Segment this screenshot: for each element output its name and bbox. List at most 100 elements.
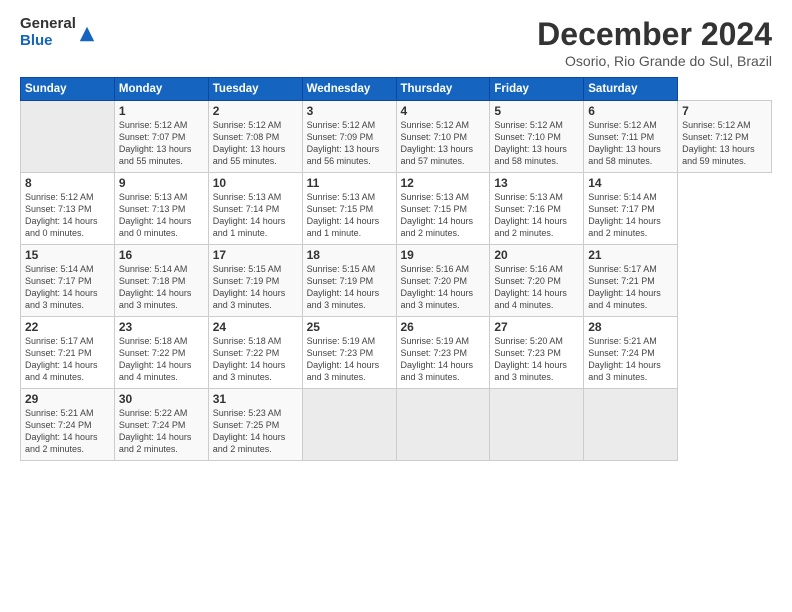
calendar-header: Sunday Monday Tuesday Wednesday Thursday… — [21, 78, 772, 101]
day-number: 6 — [588, 104, 673, 118]
day-cell: 17Sunrise: 5:15 AM Sunset: 7:19 PM Dayli… — [208, 245, 302, 317]
day-cell: 16Sunrise: 5:14 AM Sunset: 7:18 PM Dayli… — [114, 245, 208, 317]
day-number: 5 — [494, 104, 579, 118]
day-cell: 3Sunrise: 5:12 AM Sunset: 7:09 PM Daylig… — [302, 101, 396, 173]
day-cell: 19Sunrise: 5:16 AM Sunset: 7:20 PM Dayli… — [396, 245, 490, 317]
day-number: 3 — [307, 104, 392, 118]
day-number: 30 — [119, 392, 204, 406]
week-row-1: 8Sunrise: 5:12 AM Sunset: 7:13 PM Daylig… — [21, 173, 772, 245]
day-number: 15 — [25, 248, 110, 262]
day-number: 9 — [119, 176, 204, 190]
header-wednesday: Wednesday — [302, 78, 396, 101]
day-number: 27 — [494, 320, 579, 334]
day-info: Sunrise: 5:13 AM Sunset: 7:15 PM Dayligh… — [401, 191, 486, 240]
day-number: 12 — [401, 176, 486, 190]
calendar-body: 1Sunrise: 5:12 AM Sunset: 7:07 PM Daylig… — [21, 101, 772, 461]
day-info: Sunrise: 5:17 AM Sunset: 7:21 PM Dayligh… — [25, 335, 110, 384]
day-info: Sunrise: 5:13 AM Sunset: 7:14 PM Dayligh… — [213, 191, 298, 240]
day-number: 25 — [307, 320, 392, 334]
day-cell: 12Sunrise: 5:13 AM Sunset: 7:15 PM Dayli… — [396, 173, 490, 245]
day-number: 2 — [213, 104, 298, 118]
day-info: Sunrise: 5:14 AM Sunset: 7:17 PM Dayligh… — [25, 263, 110, 312]
header: General Blue December 2024 Osorio, Rio G… — [20, 16, 772, 69]
day-info: Sunrise: 5:16 AM Sunset: 7:20 PM Dayligh… — [401, 263, 486, 312]
day-info: Sunrise: 5:15 AM Sunset: 7:19 PM Dayligh… — [307, 263, 392, 312]
day-cell: 9Sunrise: 5:13 AM Sunset: 7:13 PM Daylig… — [114, 173, 208, 245]
day-number: 22 — [25, 320, 110, 334]
day-info: Sunrise: 5:18 AM Sunset: 7:22 PM Dayligh… — [119, 335, 204, 384]
day-info: Sunrise: 5:23 AM Sunset: 7:25 PM Dayligh… — [213, 407, 298, 456]
day-info: Sunrise: 5:18 AM Sunset: 7:22 PM Dayligh… — [213, 335, 298, 384]
logo-blue: Blue — [20, 33, 76, 50]
day-info: Sunrise: 5:19 AM Sunset: 7:23 PM Dayligh… — [401, 335, 486, 384]
day-info: Sunrise: 5:15 AM Sunset: 7:19 PM Dayligh… — [213, 263, 298, 312]
day-number: 26 — [401, 320, 486, 334]
day-cell: 5Sunrise: 5:12 AM Sunset: 7:10 PM Daylig… — [490, 101, 584, 173]
day-cell: 24Sunrise: 5:18 AM Sunset: 7:22 PM Dayli… — [208, 317, 302, 389]
header-tuesday: Tuesday — [208, 78, 302, 101]
day-cell: 13Sunrise: 5:13 AM Sunset: 7:16 PM Dayli… — [490, 173, 584, 245]
header-saturday: Saturday — [584, 78, 678, 101]
logo-icon — [78, 25, 96, 43]
day-info: Sunrise: 5:14 AM Sunset: 7:18 PM Dayligh… — [119, 263, 204, 312]
day-cell: 7Sunrise: 5:12 AM Sunset: 7:12 PM Daylig… — [678, 101, 772, 173]
day-cell: 25Sunrise: 5:19 AM Sunset: 7:23 PM Dayli… — [302, 317, 396, 389]
day-cell — [396, 389, 490, 461]
day-cell: 21Sunrise: 5:17 AM Sunset: 7:21 PM Dayli… — [584, 245, 678, 317]
title-area: December 2024 Osorio, Rio Grande do Sul,… — [537, 16, 772, 69]
day-number: 14 — [588, 176, 673, 190]
day-cell: 4Sunrise: 5:12 AM Sunset: 7:10 PM Daylig… — [396, 101, 490, 173]
day-info: Sunrise: 5:12 AM Sunset: 7:11 PM Dayligh… — [588, 119, 673, 168]
day-number: 1 — [119, 104, 204, 118]
day-number: 23 — [119, 320, 204, 334]
day-number: 16 — [119, 248, 204, 262]
day-info: Sunrise: 5:14 AM Sunset: 7:17 PM Dayligh… — [588, 191, 673, 240]
day-cell: 23Sunrise: 5:18 AM Sunset: 7:22 PM Dayli… — [114, 317, 208, 389]
day-cell: 28Sunrise: 5:21 AM Sunset: 7:24 PM Dayli… — [584, 317, 678, 389]
day-info: Sunrise: 5:12 AM Sunset: 7:12 PM Dayligh… — [682, 119, 767, 168]
day-cell — [584, 389, 678, 461]
header-row: Sunday Monday Tuesday Wednesday Thursday… — [21, 78, 772, 101]
day-info: Sunrise: 5:22 AM Sunset: 7:24 PM Dayligh… — [119, 407, 204, 456]
week-row-4: 29Sunrise: 5:21 AM Sunset: 7:24 PM Dayli… — [21, 389, 772, 461]
day-info: Sunrise: 5:12 AM Sunset: 7:13 PM Dayligh… — [25, 191, 110, 240]
calendar-table: Sunday Monday Tuesday Wednesday Thursday… — [20, 77, 772, 461]
day-cell — [490, 389, 584, 461]
day-number: 18 — [307, 248, 392, 262]
day-cell — [21, 101, 115, 173]
month-title: December 2024 — [537, 16, 772, 53]
day-cell: 31Sunrise: 5:23 AM Sunset: 7:25 PM Dayli… — [208, 389, 302, 461]
day-cell: 18Sunrise: 5:15 AM Sunset: 7:19 PM Dayli… — [302, 245, 396, 317]
day-info: Sunrise: 5:12 AM Sunset: 7:08 PM Dayligh… — [213, 119, 298, 168]
day-cell: 26Sunrise: 5:19 AM Sunset: 7:23 PM Dayli… — [396, 317, 490, 389]
day-cell: 30Sunrise: 5:22 AM Sunset: 7:24 PM Dayli… — [114, 389, 208, 461]
page: General Blue December 2024 Osorio, Rio G… — [0, 0, 792, 612]
day-number: 31 — [213, 392, 298, 406]
day-info: Sunrise: 5:13 AM Sunset: 7:15 PM Dayligh… — [307, 191, 392, 240]
week-row-2: 15Sunrise: 5:14 AM Sunset: 7:17 PM Dayli… — [21, 245, 772, 317]
day-info: Sunrise: 5:19 AM Sunset: 7:23 PM Dayligh… — [307, 335, 392, 384]
day-cell: 6Sunrise: 5:12 AM Sunset: 7:11 PM Daylig… — [584, 101, 678, 173]
day-cell: 27Sunrise: 5:20 AM Sunset: 7:23 PM Dayli… — [490, 317, 584, 389]
day-cell: 14Sunrise: 5:14 AM Sunset: 7:17 PM Dayli… — [584, 173, 678, 245]
day-cell: 1Sunrise: 5:12 AM Sunset: 7:07 PM Daylig… — [114, 101, 208, 173]
day-info: Sunrise: 5:16 AM Sunset: 7:20 PM Dayligh… — [494, 263, 579, 312]
day-number: 29 — [25, 392, 110, 406]
day-number: 24 — [213, 320, 298, 334]
day-info: Sunrise: 5:20 AM Sunset: 7:23 PM Dayligh… — [494, 335, 579, 384]
day-number: 4 — [401, 104, 486, 118]
day-cell: 29Sunrise: 5:21 AM Sunset: 7:24 PM Dayli… — [21, 389, 115, 461]
day-cell: 10Sunrise: 5:13 AM Sunset: 7:14 PM Dayli… — [208, 173, 302, 245]
logo: General Blue — [20, 16, 96, 49]
day-cell: 20Sunrise: 5:16 AM Sunset: 7:20 PM Dayli… — [490, 245, 584, 317]
day-cell: 11Sunrise: 5:13 AM Sunset: 7:15 PM Dayli… — [302, 173, 396, 245]
logo-general: General — [20, 16, 76, 33]
day-info: Sunrise: 5:21 AM Sunset: 7:24 PM Dayligh… — [588, 335, 673, 384]
day-number: 7 — [682, 104, 767, 118]
day-info: Sunrise: 5:12 AM Sunset: 7:07 PM Dayligh… — [119, 119, 204, 168]
day-number: 8 — [25, 176, 110, 190]
header-friday: Friday — [490, 78, 584, 101]
day-info: Sunrise: 5:13 AM Sunset: 7:16 PM Dayligh… — [494, 191, 579, 240]
week-row-0: 1Sunrise: 5:12 AM Sunset: 7:07 PM Daylig… — [21, 101, 772, 173]
day-cell: 15Sunrise: 5:14 AM Sunset: 7:17 PM Dayli… — [21, 245, 115, 317]
